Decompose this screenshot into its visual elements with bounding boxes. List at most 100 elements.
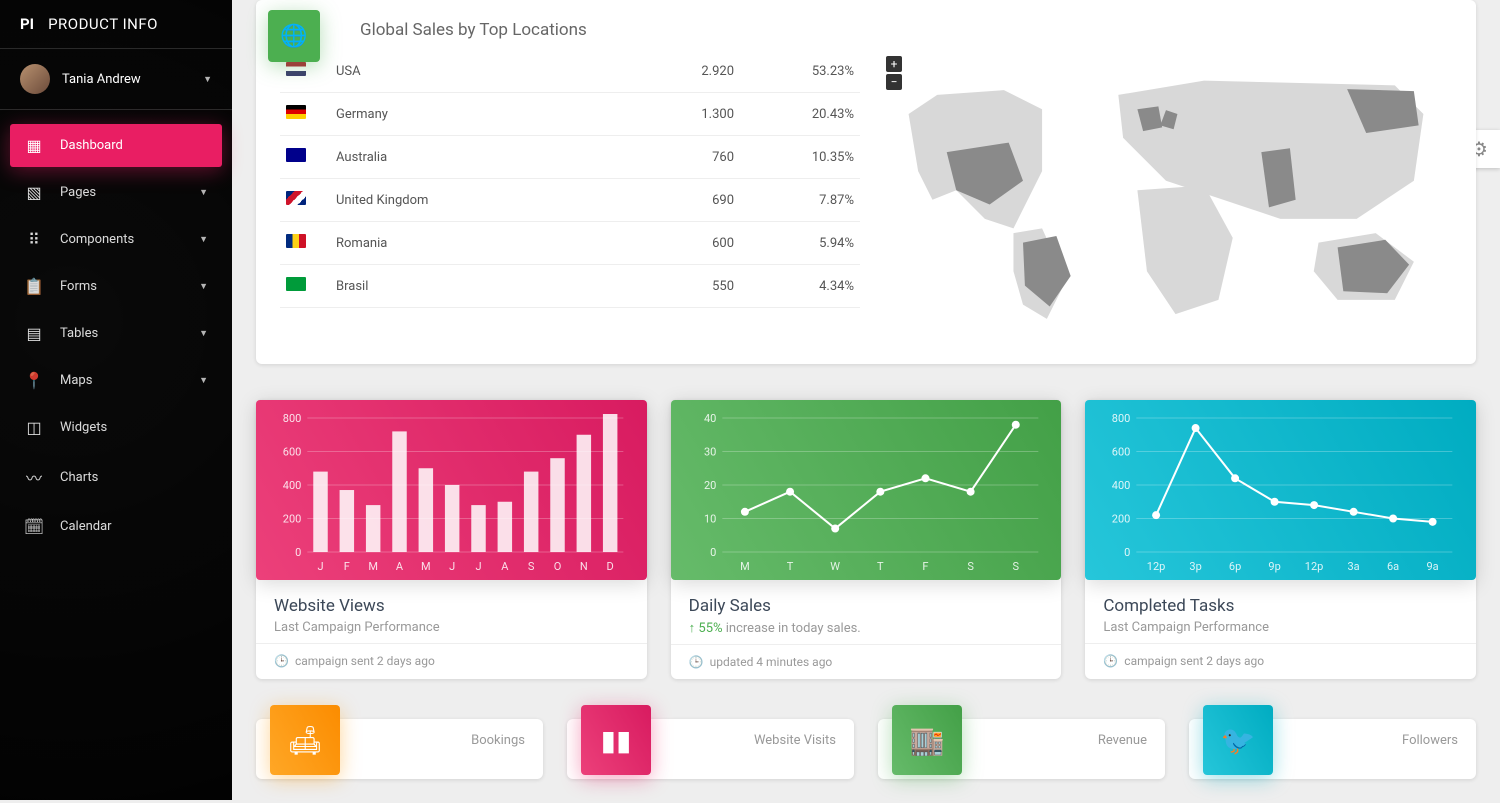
sidebar-item-forms[interactable]: 📋 Forms ▼ [10,265,222,308]
flag-cell [280,179,330,222]
flag-cell [280,136,330,179]
avatar [20,64,50,94]
pct-cell: 53.23% [740,50,860,93]
chart-footer: 🕒 campaign sent 2 days ago [1085,643,1476,678]
user-menu[interactable]: Tania Andrew ▼ [0,49,232,110]
dashboard-icon: ▦ [24,136,44,155]
svg-text:200: 200 [1112,513,1131,526]
svg-text:W: W [830,560,840,573]
svg-text:A: A [396,560,404,573]
sidebar-item-tables[interactable]: ▤ Tables ▼ [10,312,222,355]
sidebar-item-pages[interactable]: ▧ Pages ▼ [10,171,222,214]
world-map[interactable]: + − [880,50,1452,340]
svg-text:30: 30 [704,446,716,459]
sidebar-item-components[interactable]: ⠿ Components ▼ [10,218,222,261]
svg-text:800: 800 [1112,414,1131,425]
stat-badge: 🛋 [270,705,340,775]
timeline-icon: 〰 [24,465,44,489]
svg-text:600: 600 [1112,446,1131,459]
chart-footer: 🕒 updated 4 minutes ago [671,644,1062,679]
zoom-in-button[interactable]: + [886,56,902,72]
sidebar-item-charts[interactable]: 〰 Charts [10,453,222,501]
clipboard-icon: 📋 [24,277,44,296]
main-content: 🌐 Global Sales by Top Locations USA 2.92… [232,0,1500,803]
chart-subtitle: Last Campaign Performance [274,620,629,635]
pct-cell: 5.94% [740,222,860,265]
svg-text:40: 40 [704,414,716,425]
grid-icon: ▤ [24,324,44,343]
svg-text:M: M [740,560,750,573]
zoom-out-button[interactable]: − [886,74,902,90]
flag-br-icon [286,277,306,291]
svg-text:O: O [554,560,562,573]
table-row: United Kingdom 690 7.87% [280,179,860,222]
svg-text:400: 400 [1112,479,1131,492]
chart-subtitle: Last Campaign Performance [1103,620,1458,635]
svg-text:M: M [421,560,431,573]
stat-row: 🛋 Bookings ▮▮ Website Visits 🏬 Revenue 🐦… [256,719,1476,779]
sidebar-item-maps[interactable]: 📍 Maps ▼ [10,359,222,402]
chart-graph: 020040060080012p3p6p9p12p3a6a9a [1085,400,1476,580]
svg-text:J: J [449,560,455,573]
map-zoom-controls: + − [886,56,902,92]
user-name: Tania Andrew [62,72,203,87]
sidebar-nav: ▦ Dashboard ▧ Pages ▼⠿ Components ▼📋 For… [0,110,232,562]
svg-text:12p: 12p [1147,560,1166,573]
chart-card-website_views: 0200400600800JFMAMJJASOND Website Views … [256,400,647,679]
chart-card-daily_sales: 010203040MTWTFSS Daily Sales ↑ 55% incre… [671,400,1062,679]
brand[interactable]: PI PRODUCT INFO [0,0,232,49]
table-row: Romania 600 5.94% [280,222,860,265]
country-cell: USA [330,50,620,93]
country-cell: Germany [330,93,620,136]
chevron-down-icon: ▼ [199,234,208,245]
svg-text:6a: 6a [1387,560,1399,573]
global-sales-card: 🌐 Global Sales by Top Locations USA 2.92… [256,0,1476,364]
flag-cell [280,93,330,136]
value-cell: 600 [620,222,740,265]
image-icon: ▧ [24,183,44,202]
pin-icon: 📍 [24,371,44,390]
chevron-down-icon: ▼ [199,328,208,339]
chevron-down-icon: ▼ [199,281,208,292]
store-icon: 🏬 [910,724,945,757]
svg-text:0: 0 [710,546,716,559]
flag-ro-icon [286,234,306,248]
brand-title: PRODUCT INFO [48,15,158,33]
svg-text:N: N [580,560,588,573]
table-row: Germany 1.300 20.43% [280,93,860,136]
flag-cell [280,222,330,265]
svg-text:20: 20 [704,479,716,492]
sidebar-item-label: Pages [60,185,199,200]
sidebar-item-widgets[interactable]: ◫ Widgets [10,406,222,449]
value-cell: 760 [620,136,740,179]
sidebar: PI PRODUCT INFO Tania Andrew ▼ ▦ Dashboa… [0,0,232,800]
svg-text:800: 800 [283,414,302,425]
global-sales-title: Global Sales by Top Locations [280,0,1452,50]
flag-au-icon [286,148,306,162]
chart-subtitle: ↑ 55% increase in today sales. [689,620,1044,636]
globe-icon: 🌐 [280,24,307,49]
locations-table: USA 2.920 53.23% Germany 1.300 20.43% Au… [280,50,860,308]
svg-text:600: 600 [283,446,302,459]
sidebar-item-label: Charts [60,470,208,485]
svg-text:J: J [317,560,323,573]
svg-text:J: J [475,560,481,573]
svg-text:T: T [786,560,793,573]
svg-text:10: 10 [704,513,716,526]
sidebar-item-calendar[interactable]: 🗓 Calendar [10,505,222,548]
bars-icon: ▮▮ [601,724,632,757]
sidebar-item-dashboard[interactable]: ▦ Dashboard [10,124,222,167]
chart-row: 0200400600800JFMAMJJASOND Website Views … [256,400,1476,679]
svg-text:3a: 3a [1348,560,1360,573]
svg-text:T: T [877,560,884,573]
twitter-icon: 🐦 [1221,724,1256,757]
chart-title: Website Views [274,596,629,616]
flag-us-icon [286,62,306,76]
svg-text:400: 400 [283,479,302,492]
svg-text:F: F [922,560,928,573]
couch-icon: 🛋 [287,724,323,757]
world-map-svg [880,50,1452,340]
value-cell: 690 [620,179,740,222]
calendar-icon: 🗓 [24,517,44,536]
svg-text:9a: 9a [1427,560,1439,573]
